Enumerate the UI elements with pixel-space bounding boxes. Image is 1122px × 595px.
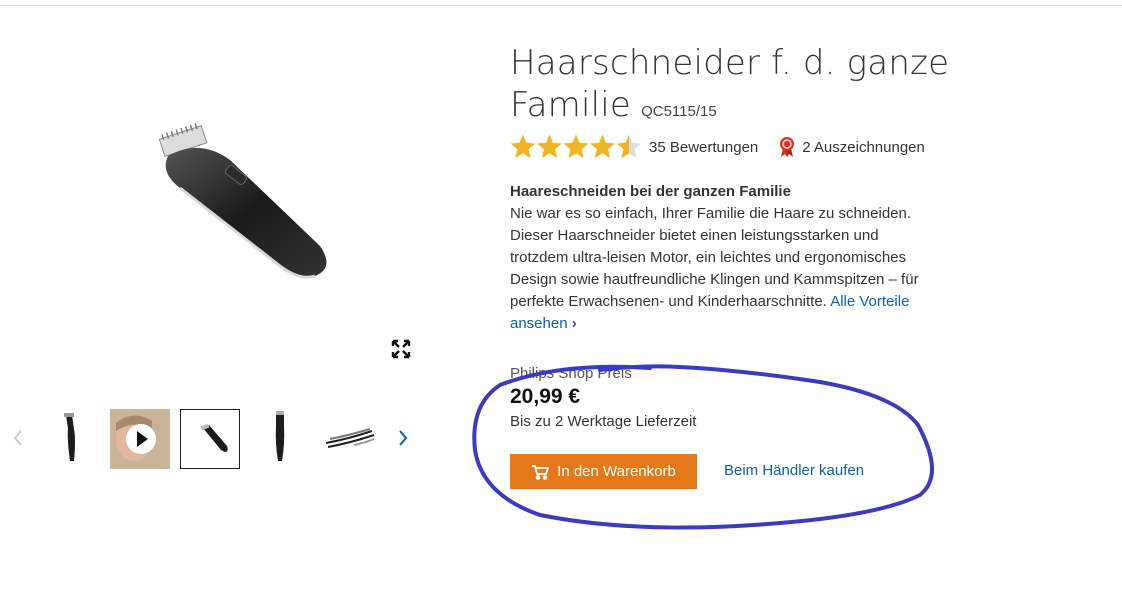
awards-link[interactable]: 2 Auszeichnungen xyxy=(778,136,925,158)
cart-icon xyxy=(532,464,550,480)
fullscreen-expand-icon[interactable] xyxy=(390,338,412,360)
star-icon xyxy=(563,134,589,159)
rating-row: 35 Bewertungen 2 Auszeichnungen xyxy=(510,134,925,160)
award-ribbon-icon xyxy=(780,137,795,157)
buy-at-dealer-link[interactable]: Beim Händler kaufen xyxy=(724,462,864,479)
star-icon xyxy=(616,134,642,159)
thumbnail-video[interactable] xyxy=(110,409,170,469)
thumbnail-comb-attachments[interactable] xyxy=(320,409,380,469)
awards-text: 2 Auszeichnungen xyxy=(802,138,925,156)
price-value: 20,99 € xyxy=(510,385,581,408)
delivery-time: Bis zu 2 Werktage Lieferzeit xyxy=(510,413,697,430)
main-product-image xyxy=(150,118,340,288)
product-title: Haarschneider f. d. ganze Familie QC5115/… xyxy=(510,42,950,133)
star-icon xyxy=(537,134,562,159)
description-heading: Haareschneiden bei der ganzen Familie xyxy=(510,183,791,200)
add-to-cart-button[interactable]: In den Warenkorb xyxy=(510,454,697,489)
product-title-text: Haarschneider f. d. ganze Familie xyxy=(510,43,950,125)
thumbnails-prev-icon[interactable] xyxy=(10,428,26,448)
product-model-number: QC5115/15 xyxy=(641,103,717,120)
thumbnail-angled-view[interactable] xyxy=(180,409,240,469)
add-to-cart-label: In den Warenkorb xyxy=(557,463,676,480)
star-rating[interactable] xyxy=(510,134,642,160)
thumbnail-upright-view[interactable] xyxy=(250,409,310,469)
thumbnail-side-view[interactable] xyxy=(42,409,102,469)
reviews-link[interactable]: 35 Bewertungen xyxy=(649,139,758,156)
top-divider xyxy=(0,5,1122,6)
price-label: Philips Shop Preis xyxy=(510,365,632,382)
star-icon xyxy=(510,134,536,159)
thumbnails-next-icon[interactable] xyxy=(395,428,411,448)
star-icon xyxy=(590,134,615,159)
product-description: Haareschneiden bei der ganzen Familie Ni… xyxy=(510,181,930,335)
chevron-right-icon: › xyxy=(571,315,577,332)
